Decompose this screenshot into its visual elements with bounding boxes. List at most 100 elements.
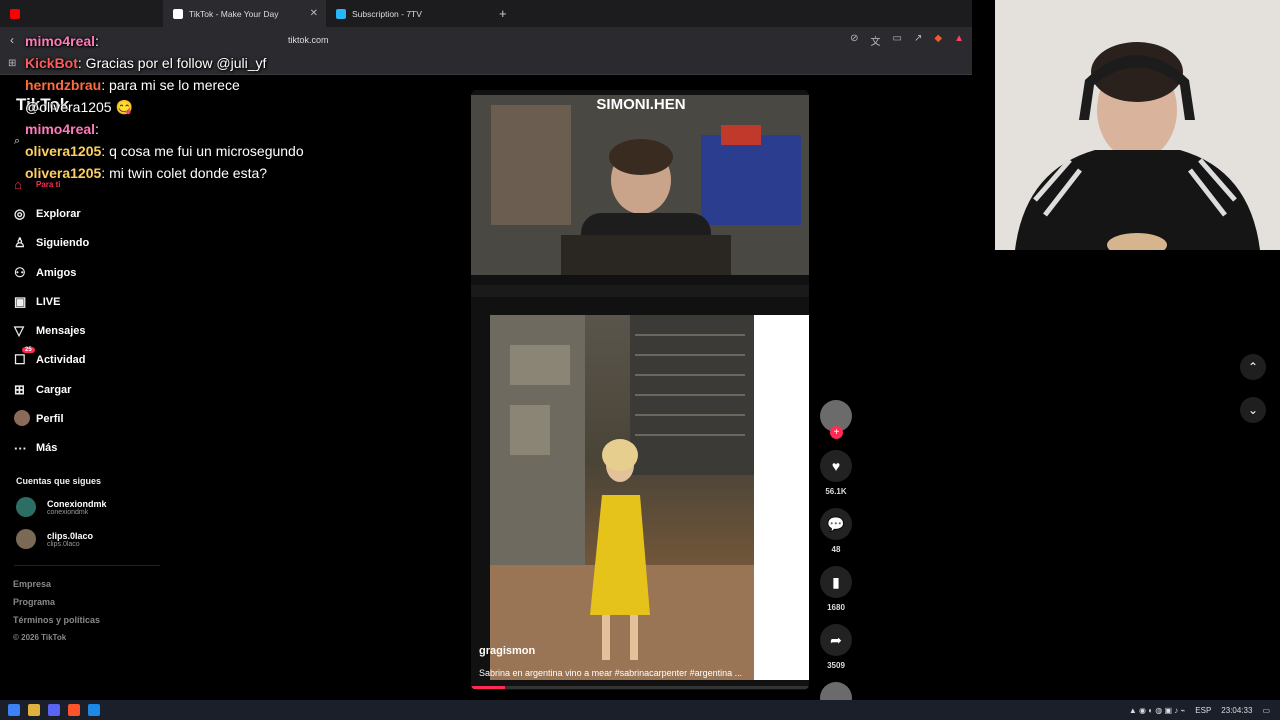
chat-username: KickBot	[25, 55, 78, 71]
video-progress-bar[interactable]	[471, 686, 809, 689]
browser-tab-bar: TikTok - Make Your Day ✕ Subscription - …	[0, 0, 972, 27]
chat-text: mi twin colet donde esta?	[105, 165, 268, 181]
sidebar-item-más[interactable]: ··· Más	[14, 434, 89, 463]
previous-video-chevron-up-icon[interactable]: ⌃	[1240, 354, 1266, 380]
share-count: 3509	[827, 661, 845, 670]
footer-link-programa[interactable]: Programa	[13, 597, 55, 607]
save-count: 1680	[827, 603, 845, 612]
chat-separator: :	[95, 33, 99, 49]
divider	[14, 565, 160, 566]
app-icon[interactable]	[88, 704, 100, 716]
sidebar-item-live[interactable]: ▣ LIVE	[14, 287, 89, 316]
chat-username: olivera1205	[25, 165, 102, 181]
translate-icon[interactable]: 文	[871, 33, 881, 48]
discord-icon[interactable]	[48, 704, 60, 716]
clock[interactable]: 23:04:33	[1221, 706, 1252, 715]
chat-message: olivera1205: q cosa me fui un microsegun…	[0, 140, 340, 162]
sidebar-item-siguiendo[interactable]: ♙ Siguiendo	[14, 229, 89, 258]
video-actions: + ♥ 56.1K 💬 48 ▮ 1680 ➦ 3509	[818, 400, 854, 714]
comment-icon[interactable]: 💬	[820, 508, 852, 540]
next-video-chevron-down-icon[interactable]: ⌄	[1240, 397, 1266, 423]
live-icon: ▣	[14, 293, 27, 309]
sidebar-item-perfil[interactable]: Perfil	[14, 404, 89, 433]
new-tab-button[interactable]: +	[499, 6, 507, 21]
screen: TikTok - Make Your Day ✕ Subscription - …	[0, 0, 1280, 720]
user-follow-icon: ♙	[14, 235, 26, 251]
brave-shield-icon[interactable]: ◆	[934, 33, 942, 48]
avatar	[16, 497, 36, 517]
tab-tiktok[interactable]: TikTok - Make Your Day ✕	[163, 0, 326, 27]
language-indicator[interactable]: ESP	[1195, 706, 1211, 715]
sidebar-item-label: Mensajes	[36, 325, 86, 338]
chat-username: herndzbrau	[25, 77, 102, 93]
chat-text: q cosa me fui un microsegundo	[105, 143, 304, 159]
creator-avatar[interactable]: +	[820, 400, 852, 439]
chat-separator: :	[95, 121, 99, 137]
file-explorer-icon[interactable]	[28, 704, 40, 716]
more-icon: ···	[14, 440, 27, 456]
activity-icon: ☐	[14, 352, 26, 368]
chat-message: herndzbrau: para mi se lo merece	[0, 74, 340, 96]
share-icon[interactable]: ↗	[914, 33, 922, 48]
sidebar-item-label: Cargar	[36, 383, 72, 396]
share-arrow-icon[interactable]: ➦	[820, 624, 852, 656]
webcam-person-illustration	[995, 0, 1280, 250]
copyright: © 2026 TikTok	[13, 633, 67, 642]
windows-start-icon[interactable]	[8, 704, 20, 716]
following-item-conexiondmk[interactable]: Conexiondmk conexiondmk	[16, 497, 107, 517]
close-tab-icon[interactable]: ✕	[310, 8, 318, 19]
sidebar-item-mensajes[interactable]: ▽ Mensajes	[14, 316, 89, 345]
account-handle: conexiondmk	[47, 508, 89, 516]
system-tray: ▲ ◉ ◐ ◍ ▣ ♪ ⌁ ESP 23:04:33 ▭	[1129, 706, 1280, 715]
following-title: Cuentas que sigues	[16, 476, 102, 486]
svg-text:SIMONI.HEN: SIMONI.HEN	[596, 96, 685, 113]
footer-link-terms[interactable]: Términos y políticas	[13, 615, 100, 625]
chat-message: mimo4real:	[0, 30, 340, 52]
messages-icon: ▽	[14, 323, 24, 339]
like-icon[interactable]: ♥	[820, 450, 852, 482]
sidebar-item-label: Perfil	[36, 413, 64, 426]
following-item-clips[interactable]: clips.0laco clips.0laco	[16, 529, 93, 549]
profile-avatar	[14, 409, 36, 429]
bookmark-icon[interactable]: ▮	[820, 566, 852, 598]
os-taskbar: ▲ ◉ ◐ ◍ ▣ ♪ ⌁ ESP 23:04:33 ▭	[0, 700, 1280, 720]
follow-plus-icon[interactable]: +	[830, 426, 843, 439]
video-caption: Sabrina en argentina vino a mear #sabrin…	[479, 668, 743, 678]
sidebar-item-label: Explorar	[36, 207, 81, 220]
sidebar-item-explorar[interactable]: ◎ Explorar	[14, 199, 89, 228]
streamer-webcam	[995, 0, 1280, 250]
screen-icon[interactable]: ▭	[893, 33, 902, 48]
sidebar-item-actividad[interactable]: ☐ 25 Actividad	[14, 346, 89, 375]
avatar	[16, 529, 36, 549]
room-scene-illustration: SIMONI.HEN	[471, 95, 809, 275]
comment-count: 48	[831, 545, 841, 554]
tab-label: TikTok - Make Your Day	[189, 8, 279, 19]
chat-text: @olivera1205 😋	[25, 99, 133, 115]
account-handle: clips.0laco	[47, 540, 80, 548]
no-tracking-icon[interactable]: ⊘	[850, 33, 858, 48]
youtube-icon	[10, 8, 20, 19]
footer-link-empresa[interactable]: Empresa	[13, 579, 51, 589]
sidebar-item-label: Siguiendo	[36, 237, 90, 250]
tab-7tv[interactable]: Subscription - 7TV	[326, 0, 489, 27]
upload-icon: ⊞	[14, 381, 25, 397]
avatar	[14, 409, 30, 426]
sidebar-item-amigos[interactable]: ⚇ Amigos	[14, 258, 89, 287]
tiktok-favicon-icon	[173, 8, 183, 19]
caption-more-link[interactable]: más	[780, 668, 798, 678]
sidebar-item-cargar[interactable]: ⊞ Cargar	[14, 375, 89, 404]
account-name: Conexiondmk	[47, 498, 107, 509]
video-author[interactable]: gragismon	[479, 645, 535, 657]
tray-icons[interactable]: ▲ ◉ ◐ ◍ ▣ ♪ ⌁	[1129, 706, 1185, 715]
chat-username: mimo4real	[25, 33, 96, 49]
video-player[interactable]: SIMONI.HEN gragismon Sabrina en argentin…	[471, 90, 809, 690]
notifications-icon[interactable]: ▭	[1262, 706, 1270, 715]
tab-first[interactable]	[0, 0, 163, 27]
chat-message: mimo4real:	[0, 118, 340, 140]
brave-icon[interactable]	[68, 704, 80, 716]
chat-text: Gracias por el follow @juli_yf	[81, 55, 267, 71]
stream-taskbar-strip	[471, 285, 809, 297]
brave-rewards-icon[interactable]: ▲	[954, 33, 964, 48]
sidebar-item-label: Actividad	[36, 354, 86, 367]
stream-chat-overlay: mimo4real: KickBot: Gracias por el follow…	[0, 30, 340, 184]
